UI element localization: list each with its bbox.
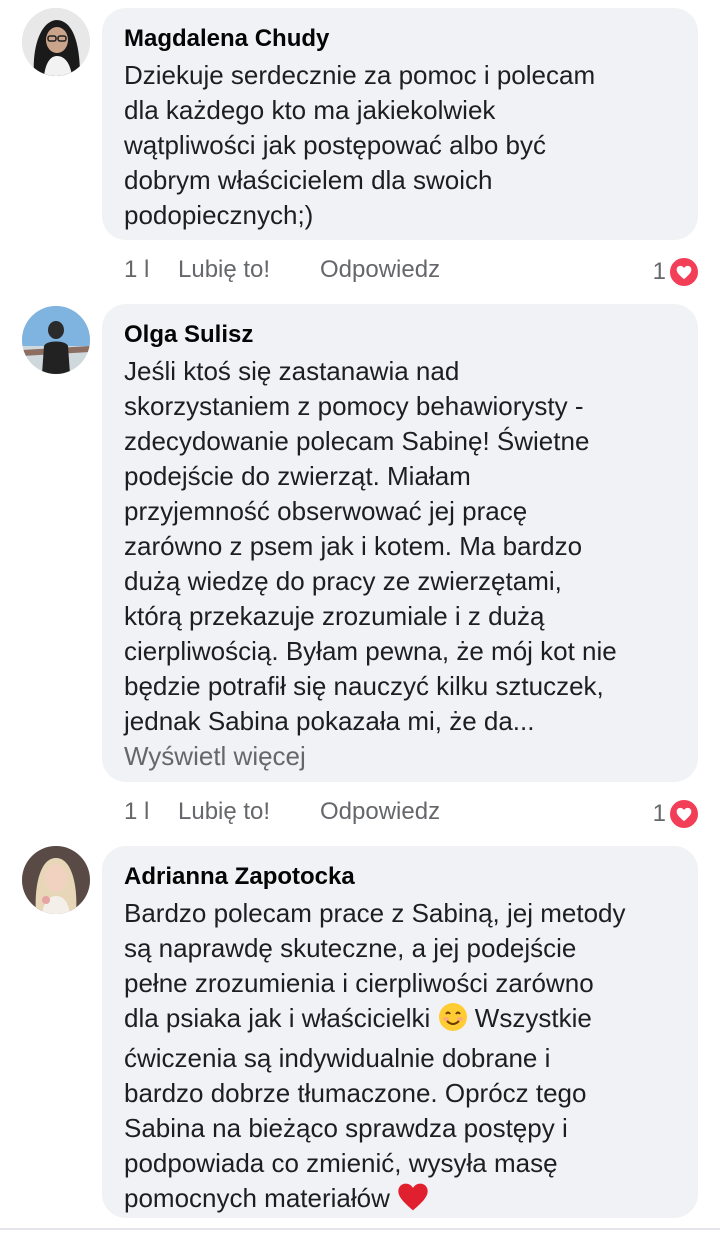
- avatar[interactable]: [22, 846, 90, 914]
- reply-button[interactable]: Odpowiedz: [320, 798, 440, 826]
- comment-time[interactable]: 1 l: [124, 256, 149, 284]
- comment-bubble: Magdalena Chudy Dziekuje serdecznie za p…: [102, 8, 698, 240]
- see-more-link[interactable]: Wyświetl więcej: [124, 739, 676, 773]
- divider: [0, 1228, 720, 1230]
- comment-actions: 1 l Lubię to! Odpowiedz 1: [124, 792, 700, 832]
- comment-author[interactable]: Magdalena Chudy: [124, 22, 676, 56]
- avatar[interactable]: [22, 8, 90, 76]
- comment-author[interactable]: Olga Sulisz: [124, 318, 676, 352]
- like-button[interactable]: Lubię to!: [178, 798, 270, 826]
- heart-icon: [668, 798, 700, 830]
- reaction-summary[interactable]: 1: [653, 256, 700, 288]
- reaction-count: 1: [652, 258, 666, 285]
- comment-time[interactable]: 1 l: [124, 798, 149, 826]
- user-avatar-icon: [22, 306, 90, 374]
- user-avatar-icon: [22, 8, 90, 76]
- reaction-count: 1: [652, 800, 666, 827]
- comment-text: Bardzo polecam prace z Sabiną, jej metod…: [124, 896, 676, 1221]
- reply-button[interactable]: Odpowiedz: [320, 256, 440, 284]
- comment-actions: 1 l Lubię to! Odpowiedz 1: [124, 250, 700, 290]
- smiling-face-emoji-icon: [438, 1002, 468, 1041]
- comment-bubble: Adrianna Zapotocka Bardzo polecam prace …: [102, 846, 698, 1218]
- comment-text: Jeśli ktoś się zastanawia nad skorzystan…: [124, 356, 617, 736]
- heart-icon: [668, 256, 700, 288]
- like-button[interactable]: Lubię to!: [178, 256, 270, 284]
- comment-text-part: Wszystkie ćwiczenia są indywidualnie dob…: [124, 1003, 592, 1213]
- reaction-summary[interactable]: 1: [653, 798, 700, 830]
- comment-author[interactable]: Adrianna Zapotocka: [124, 860, 676, 894]
- red-heart-emoji-icon: [397, 1182, 429, 1221]
- comment-bubble: Olga Sulisz Jeśli ktoś się zastanawia na…: [102, 304, 698, 782]
- avatar[interactable]: [22, 306, 90, 374]
- comment-text: Dziekuje serdecznie za pomoc i polecam d…: [124, 60, 596, 230]
- user-avatar-icon: [22, 846, 90, 914]
